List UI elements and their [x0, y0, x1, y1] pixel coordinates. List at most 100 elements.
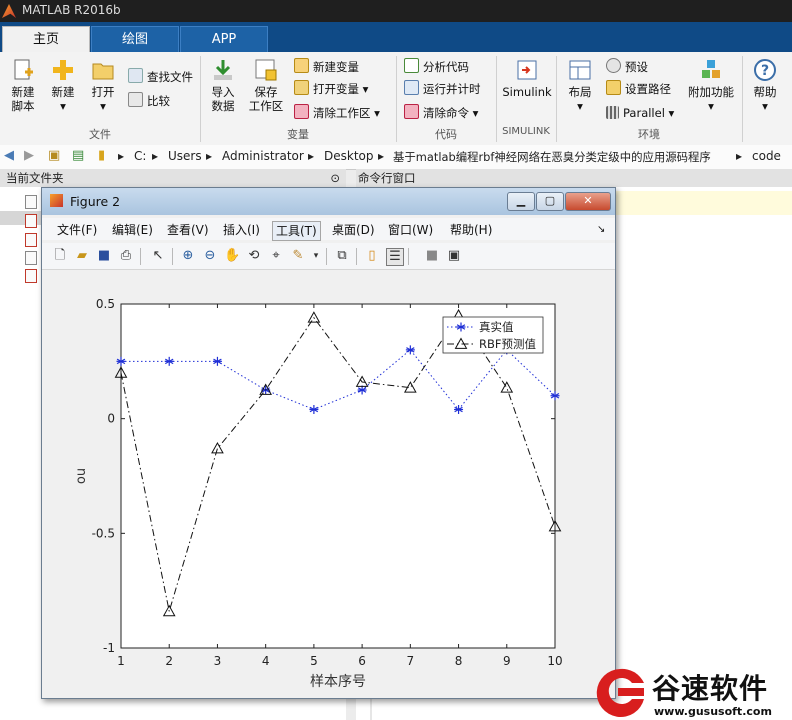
- chevron-down-icon[interactable]: ▾: [308, 248, 324, 264]
- compare-button[interactable]: 比较: [128, 92, 170, 110]
- save-workspace-button[interactable]: 保存 工作区: [246, 58, 286, 113]
- clear-commands-button[interactable]: 清除命令 ▾: [404, 104, 478, 122]
- legend[interactable]: 真实值 RBF预测值: [442, 316, 544, 354]
- legend-icon[interactable]: ☰: [386, 248, 404, 266]
- tab-home[interactable]: 主页: [2, 26, 90, 52]
- new-label: 新建: [51, 85, 75, 99]
- select-arrow-icon[interactable]: ↖: [150, 248, 166, 264]
- open-file-icon[interactable]: ▰: [74, 248, 90, 264]
- new-button[interactable]: 新建 ▾: [46, 58, 80, 113]
- mfile-icon[interactable]: [25, 233, 37, 247]
- tab-plots[interactable]: 绘图: [91, 26, 179, 52]
- pan-hand-icon[interactable]: ✋: [224, 248, 240, 264]
- group-divider: [742, 56, 743, 142]
- show-tools-icon[interactable]: ▣: [446, 248, 462, 264]
- breadcrumb-item[interactable]: Users: [168, 149, 202, 163]
- menu-desktop[interactable]: 桌面(D): [329, 221, 378, 239]
- menu-edit[interactable]: 编辑(E): [109, 221, 156, 239]
- open-variable-icon: [294, 80, 309, 95]
- colorbar-icon[interactable]: ▯: [364, 248, 380, 264]
- import-data-button[interactable]: 导入 数据: [206, 58, 240, 113]
- data-cursor-icon[interactable]: ⌖: [268, 248, 284, 264]
- breadcrumb-item[interactable]: Administrator: [222, 149, 304, 163]
- file-icon[interactable]: [25, 251, 37, 265]
- layout-label: 布局: [568, 85, 592, 99]
- legend-entry-label: 真实值: [479, 320, 514, 334]
- back-arrow-icon[interactable]: ◀: [4, 148, 14, 163]
- mfile-icon[interactable]: [25, 214, 37, 228]
- breadcrumb-separator: ▸: [152, 149, 159, 163]
- x-tick-label: 4: [262, 654, 270, 668]
- tab-apps[interactable]: APP: [180, 26, 268, 52]
- set-path-button[interactable]: 设置路径: [606, 80, 671, 98]
- figure-titlebar[interactable]: Figure 2 ▁ ▢ ✕: [42, 188, 615, 215]
- clear-workspace-button[interactable]: 清除工作区 ▾: [294, 104, 380, 122]
- line-chart[interactable]: 1 2 3 4 5 6 7 8 9 10 -1 -0.5 0 0.5 样本序号 ou 真实值 RBF预测值: [42, 270, 615, 696]
- menu-view[interactable]: 查看(V): [164, 221, 212, 239]
- dock-arrow-icon[interactable]: ↘: [594, 221, 608, 239]
- simulink-button[interactable]: Simulink: [502, 58, 552, 99]
- checkmark-icon: [404, 58, 419, 73]
- save-icon[interactable]: ■: [96, 248, 112, 264]
- simulink-icon: [517, 60, 537, 80]
- figure-title: Figure 2: [70, 194, 121, 209]
- panel-menu-icon[interactable]: ⊙: [330, 169, 340, 187]
- brush-icon[interactable]: ✎: [290, 248, 306, 264]
- zoom-out-icon[interactable]: ⊖: [202, 248, 218, 264]
- new-script-button[interactable]: 新建 脚本: [6, 58, 40, 113]
- addons-button[interactable]: 附加功能 ▾: [686, 58, 736, 113]
- eraser-icon: [404, 104, 419, 119]
- help-button[interactable]: ? 帮助 ▾: [748, 58, 782, 113]
- menu-file[interactable]: 文件(F): [54, 221, 100, 239]
- compare-label: 比较: [147, 94, 170, 108]
- forward-arrow-icon[interactable]: ▶: [24, 148, 34, 163]
- new-figure-icon[interactable]: 🗋: [52, 248, 68, 264]
- open-button[interactable]: 打开 ▾: [86, 58, 120, 113]
- breadcrumb-item[interactable]: Desktop: [324, 149, 374, 163]
- up-folder-icon[interactable]: ▣: [48, 148, 60, 163]
- watermark-url: www.gususoft.com: [654, 705, 772, 718]
- hide-tools-icon[interactable]: ■: [424, 248, 440, 264]
- new-variable-button[interactable]: 新建变量: [294, 58, 359, 76]
- figure-window[interactable]: Figure 2 ▁ ▢ ✕ 文件(F) 编辑(E) 查看(V) 插入(I) 工…: [41, 187, 616, 699]
- parallel-button[interactable]: Parallel ▾: [606, 104, 674, 122]
- watermark: 谷速软件 www.gususoft.com: [592, 665, 792, 720]
- save-workspace-label: 保存 工作区: [248, 85, 284, 113]
- axes-box: [120, 303, 556, 649]
- run-and-time-button[interactable]: 运行并计时: [404, 80, 481, 98]
- gear-icon: [606, 58, 621, 73]
- browse-folder-icon[interactable]: ▤: [72, 148, 84, 163]
- maximize-button[interactable]: ▢: [536, 192, 564, 211]
- menu-help[interactable]: 帮助(H): [447, 221, 495, 239]
- mfile-icon[interactable]: [25, 269, 37, 283]
- menu-window[interactable]: 窗口(W): [385, 221, 436, 239]
- app-title: MATLAB R2016b: [22, 3, 121, 17]
- menu-insert[interactable]: 插入(I): [220, 221, 263, 239]
- save-workspace-icon: [255, 59, 277, 81]
- layout-button[interactable]: 布局 ▾: [564, 58, 596, 113]
- minimize-button[interactable]: ▁: [507, 192, 535, 211]
- analyze-code-button[interactable]: 分析代码: [404, 58, 469, 76]
- folder-open-icon: [92, 63, 114, 80]
- new-variable-icon: [294, 58, 309, 73]
- simulink-label: Simulink: [502, 85, 552, 99]
- menu-tools[interactable]: 工具(T): [272, 221, 321, 241]
- find-files-button[interactable]: 查找文件: [128, 68, 193, 86]
- compare-icon: [128, 92, 143, 107]
- file-icon[interactable]: [25, 195, 37, 209]
- x-tick-label: 5: [310, 654, 318, 668]
- open-variable-button[interactable]: 打开变量 ▾: [294, 80, 368, 98]
- breadcrumb-item[interactable]: code: [752, 149, 781, 163]
- rotate-3d-icon[interactable]: ⟲: [246, 248, 262, 264]
- link-plot-icon[interactable]: ⧉: [334, 248, 350, 264]
- breadcrumb-item[interactable]: C:: [134, 149, 146, 163]
- preferences-button[interactable]: 预设: [606, 58, 648, 76]
- breadcrumb-separator: ▸: [378, 149, 385, 163]
- print-icon[interactable]: ⎙: [118, 248, 134, 264]
- breadcrumb-item[interactable]: 基于matlab编程rbf神经网络在恶臭分类定级中的应用源码程序: [393, 149, 711, 165]
- zoom-in-icon[interactable]: ⊕: [180, 248, 196, 264]
- current-folder-title: 当前文件夹: [6, 171, 64, 185]
- breadcrumb-separator: ▸: [736, 149, 743, 163]
- stopwatch-icon: [404, 80, 419, 95]
- close-button[interactable]: ✕: [565, 192, 611, 211]
